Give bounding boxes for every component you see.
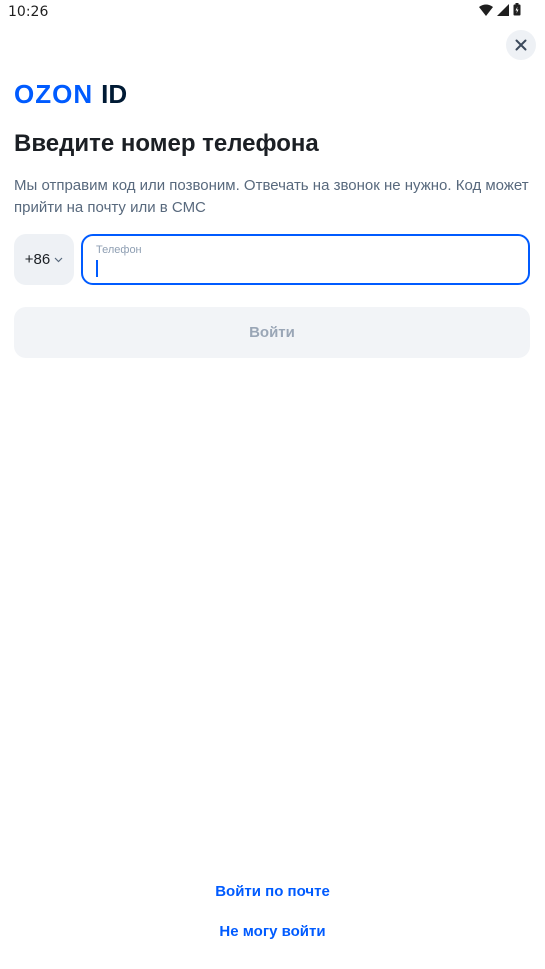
page-title: Введите номер телефона xyxy=(14,130,319,157)
close-button[interactable] xyxy=(506,30,536,60)
phone-field[interactable]: Телефон xyxy=(81,234,530,285)
status-bar: 10:26 xyxy=(0,0,545,24)
ozon-id-logo: OZON ID xyxy=(14,79,128,109)
signal-icon xyxy=(497,3,509,16)
subtitle: Мы отправим код или позвоним. Отвечать н… xyxy=(14,177,529,216)
phone-field-label: Телефон xyxy=(96,244,142,256)
country-code-selector[interactable]: +86 xyxy=(14,234,74,285)
status-icons xyxy=(479,3,521,16)
close-icon xyxy=(515,39,527,51)
phone-input[interactable] xyxy=(95,258,515,278)
text-caret xyxy=(96,260,98,277)
battery-icon xyxy=(513,3,521,16)
wifi-icon xyxy=(479,4,493,16)
login-by-email-link[interactable]: Войти по почте xyxy=(0,883,545,900)
chevron-down-icon xyxy=(54,257,63,262)
logo-brand: OZON xyxy=(14,79,94,109)
country-code-value: +86 xyxy=(24,251,51,268)
cant-login-link[interactable]: Не могу войти xyxy=(0,923,545,940)
login-button[interactable]: Войти xyxy=(14,307,530,358)
status-time: 10:26 xyxy=(8,4,49,20)
logo-suffix: ID xyxy=(101,79,128,109)
